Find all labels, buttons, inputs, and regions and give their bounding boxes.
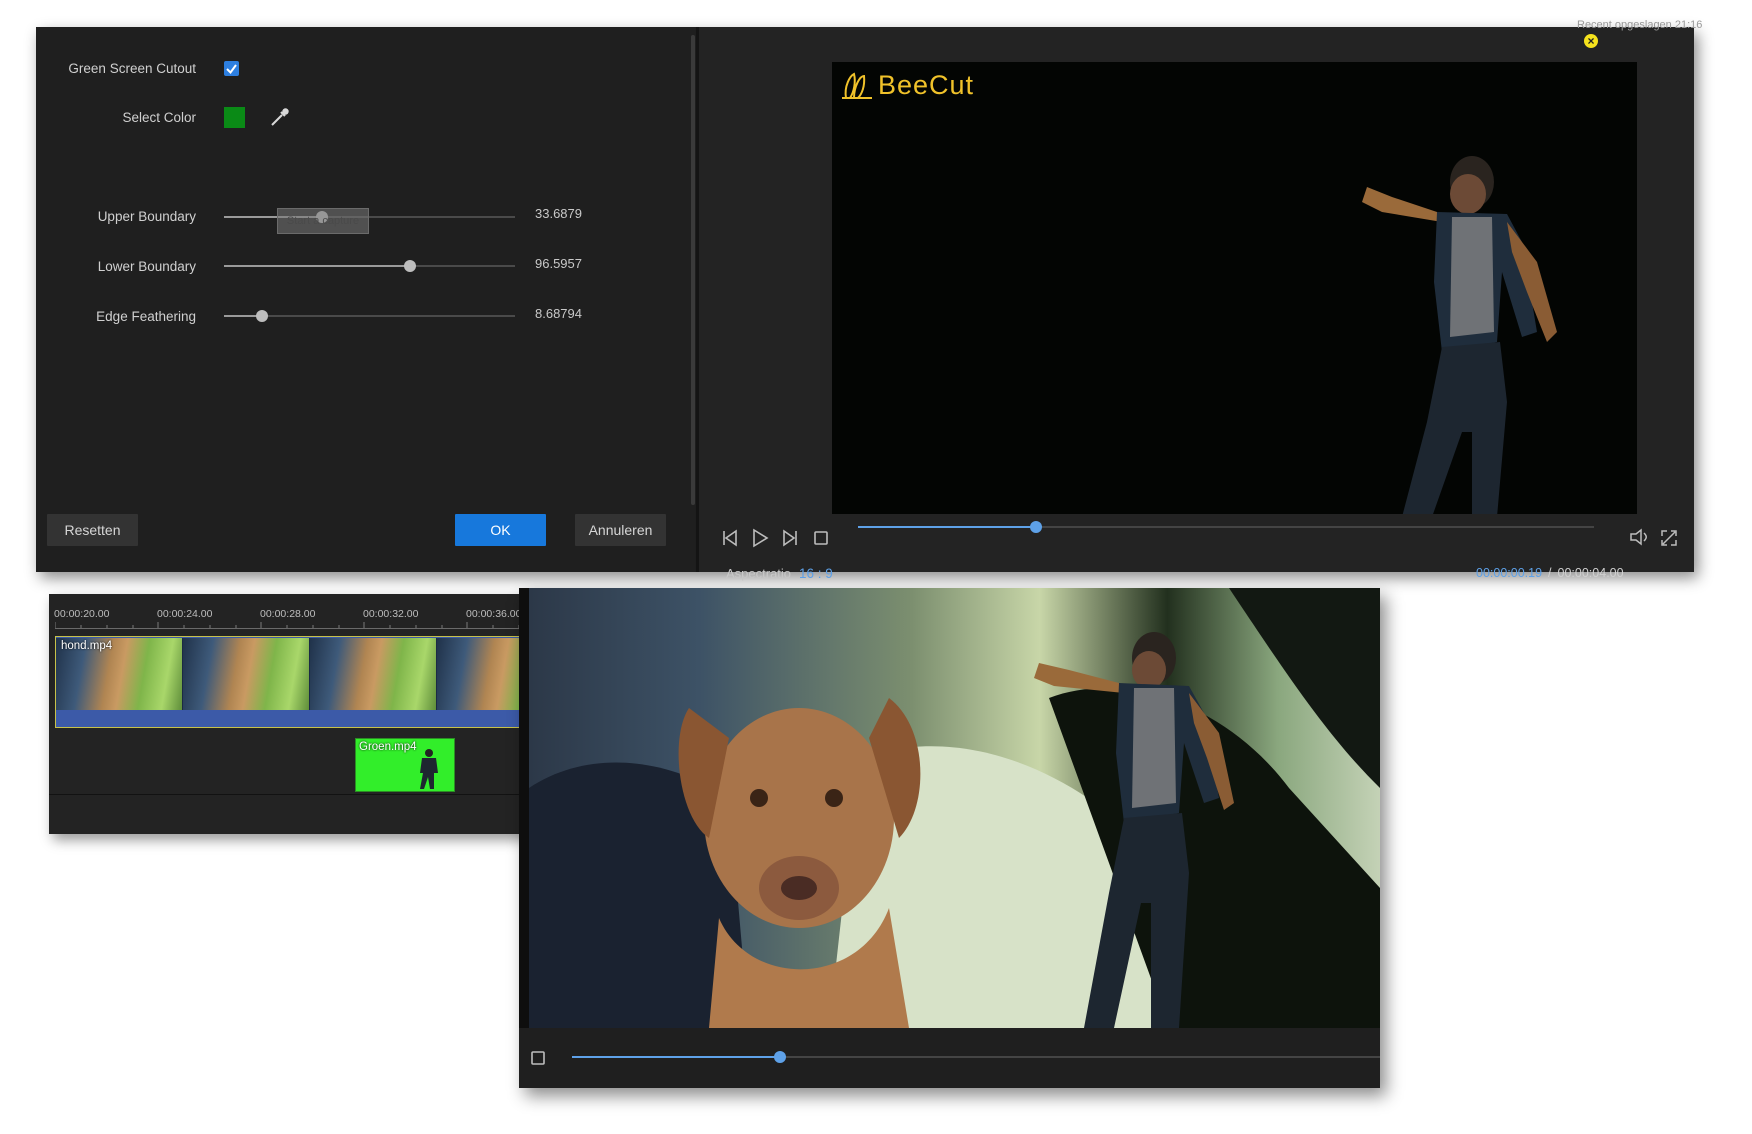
clip-person-thumbnail [420,749,438,789]
eyedropper-icon[interactable] [268,105,292,134]
volume-icon[interactable] [1628,527,1650,552]
tick-label: 00:00:28.00 [260,608,316,620]
panel-scrollbar[interactable] [691,35,695,505]
composite-preview-window [519,588,1380,1088]
logo-text: BeeCut [878,69,975,100]
tick-label: 00:00:32.00 [363,608,419,620]
stop-icon[interactable] [530,1050,546,1071]
fullscreen-icon[interactable] [1659,528,1679,553]
total-time: 00:00:04.00 [1557,566,1624,580]
tick-label: 00:00:20.00 [54,608,110,620]
upper-boundary-value: 33.6879 [535,206,582,221]
green-screen-label: Green Screen Cutout [68,61,196,76]
progress-knob[interactable] [774,1051,786,1063]
reset-button[interactable]: Resetten [47,514,138,546]
ruler-ticks [55,622,546,628]
lower-boundary-knob[interactable] [404,260,416,272]
slider-fill [224,265,410,267]
aspect-ratio-label: Aspectratio [726,566,792,581]
progress-track [858,526,1594,528]
preview-left-strip [519,588,529,1028]
aspect-ratio-value[interactable]: 16 : 9 [799,566,833,581]
progress-fill [572,1056,780,1058]
capture-tooltip: Start a capture [277,208,369,234]
saved-status: Recent opgeslagen 21:16 [1577,19,1703,31]
tick-label: 00:00:36.00 [466,608,522,620]
green-screen-editor-window: Green Screen Cutout Select Color Upper B… [36,19,1702,581]
progress-knob[interactable] [1030,521,1042,533]
time-display: 00:00:00.19 / 00:00:04.00 [1476,566,1624,580]
close-icon[interactable]: × [1584,34,1598,48]
clip-thumbnail [183,638,310,710]
clip-name: hond.mp4 [61,640,113,652]
edge-feathering-value: 8.68794 [535,306,582,321]
person-cutout [1362,156,1557,514]
color-swatch[interactable] [224,107,245,128]
edge-feathering-label: Edge Feathering [96,309,196,324]
main-video-clip[interactable]: hond.mp4 [55,636,569,728]
track-separator [49,794,569,795]
time-separator: / [1548,566,1552,580]
timeline-panel: 00:00:20.00 00:00:24.00 00:00:28.00 00:0… [49,594,569,834]
edge-feathering-knob[interactable] [256,310,268,322]
stop-icon[interactable] [813,530,829,551]
current-time: 00:00:00.19 [1476,566,1543,580]
ok-button[interactable]: OK [455,514,546,546]
next-frame-icon[interactable] [780,528,800,553]
composite-scene [529,588,1380,1028]
play-icon[interactable] [749,527,771,554]
clip-thumbnail [310,638,437,710]
composite-video-frame [529,588,1380,1028]
lower-boundary-slider[interactable] [224,265,515,267]
clip-name: Groen.mp4 [359,741,417,753]
tick-label: 00:00:24.00 [157,608,213,620]
progress-fill [858,526,1036,528]
bee-icon [842,72,872,99]
cancel-button[interactable]: Annuleren [575,514,666,546]
prev-frame-icon[interactable] [720,528,740,553]
overlay-clip[interactable]: Groen.mp4 [355,738,455,792]
video-preview: BeeCut [832,62,1637,514]
lower-boundary-value: 96.5957 [535,256,582,271]
checkmark-icon [226,64,237,75]
cutout-settings-panel: Green Screen Cutout Select Color Upper B… [36,27,695,572]
green-screen-checkbox[interactable] [224,61,239,76]
progress-track [572,1056,1380,1058]
beecut-logo: BeeCut [840,68,974,102]
select-color-label: Select Color [122,110,196,125]
upper-boundary-slider[interactable] [224,216,515,218]
lower-boundary-label: Lower Boundary [97,259,196,274]
upper-boundary-label: Upper Boundary [97,209,196,224]
